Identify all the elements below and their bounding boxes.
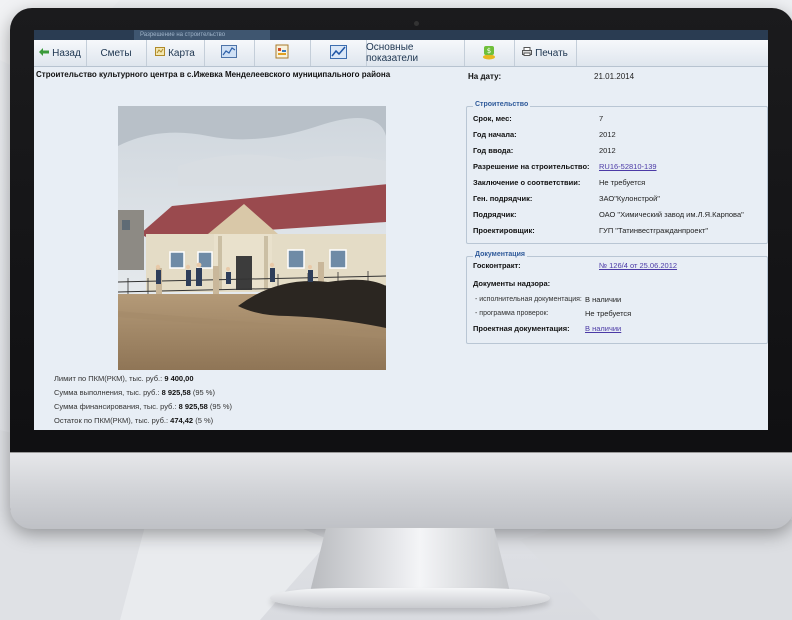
row-label: Год начала: [473, 130, 517, 139]
map-label: Карта [168, 47, 195, 59]
map-button[interactable]: Карта [146, 40, 205, 66]
inspection-value: Не требуется [585, 309, 632, 318]
done-percent: (95 %) [192, 388, 215, 397]
back-arrow-icon [39, 47, 50, 59]
back-label: Назад [52, 47, 81, 59]
row-label: Заключение о соответствии: [473, 178, 581, 187]
done-value: 8 925,58 [161, 388, 191, 397]
inspection-row: - программа проверок: Не требуется [473, 308, 768, 320]
row-value: 2012 [599, 130, 616, 139]
rest-percent: (5 %) [195, 416, 214, 425]
funded-value: 8 925,58 [178, 402, 208, 411]
row-value: ГУП "Татинвестгражданпроект" [599, 226, 709, 235]
contract-link[interactable]: № 126/4 от 25.06.2012 [599, 260, 677, 272]
chart-icon [221, 45, 237, 61]
documentation-legend: Документация [473, 251, 527, 258]
contract-label: Госконтракт: [473, 261, 521, 270]
project-docs-row: Проектная документация: В наличии [473, 323, 768, 335]
limit-line: Лимит по ПКМ(РКМ), тыс. руб.: 9 400,00 [54, 374, 194, 383]
done-line: Сумма выполнения, тыс. руб.: 8 925,58 (9… [54, 388, 215, 397]
exec-docs-row: - исполнительная документация: В наличии [473, 294, 768, 306]
exec-docs-label: - исполнительная документация: [475, 296, 582, 303]
building-photo [118, 106, 386, 370]
row-label: Срок, мес: [473, 114, 512, 123]
printer-icon [522, 47, 533, 59]
construction-legend: Строительство [473, 101, 531, 108]
map-icon [155, 47, 166, 59]
rest-line: Остаток по ПКМ(РКМ), тыс. руб.: 474,42 (… [54, 416, 213, 425]
money-button[interactable]: $ [464, 40, 515, 66]
back-button[interactable]: Назад [34, 40, 87, 66]
info-row: Заключение о соответствии: Не требуется [473, 177, 768, 189]
date-value: 21.01.2014 [594, 72, 635, 81]
app-screen: Разрешение на строительство Назад Сметы … [34, 30, 768, 430]
funded-percent: (95 %) [209, 402, 232, 411]
info-row: Подрядчик: ОАО "Химический завод им.Л.Я.… [473, 209, 768, 221]
supervision-label: Документы надзора: [473, 279, 551, 288]
indicators-label: Основные показатели [366, 42, 419, 64]
row-label: Год ввода: [473, 146, 514, 155]
info-row: Разрешение на строительство: RU16-52810-… [473, 161, 768, 173]
exec-docs-value: В наличии [585, 295, 622, 304]
row-label: Подрядчик: [473, 210, 517, 219]
row-value: 7 [599, 114, 604, 123]
indicators-button[interactable]: Основные показатели [366, 40, 465, 66]
funded-line: Сумма финансирования, тыс. руб.: 8 925,5… [54, 402, 232, 411]
report-icon [275, 44, 289, 62]
graph-icon [329, 44, 347, 62]
monitor-base [270, 588, 550, 608]
chart-button[interactable] [204, 40, 255, 66]
info-row: Ген. подрядчик: ЗАО"Кулонстрой" [473, 193, 768, 205]
svg-text:$: $ [487, 47, 491, 55]
documentation-panel: Документация Госконтракт: № 126/4 от 25.… [466, 251, 768, 344]
info-row: Проектировщик: ГУП "Татинвестгражданпрое… [473, 225, 768, 237]
info-row: Год начала: 2012 [473, 129, 768, 141]
limit-value: 9 400,00 [164, 374, 194, 383]
estimates-button[interactable]: Сметы [86, 40, 147, 66]
project-docs-link[interactable]: В наличии [585, 323, 621, 335]
toolbar: Назад Сметы Карта Основные показатели $ … [34, 40, 768, 67]
page-title: Строительство культурного центра в с.Иже… [36, 70, 391, 79]
camera-dot [414, 21, 419, 26]
tab-fragment[interactable]: Разрешение на строительство [134, 30, 270, 40]
row-label: Ген. подрядчик: [473, 194, 533, 203]
row-value: ЗАО"Кулонстрой" [599, 194, 660, 203]
info-row: Год ввода: 2012 [473, 145, 768, 157]
row-label: Разрешение на строительство: [473, 162, 590, 171]
date-label: На дату: [468, 72, 502, 81]
print-label: Печать [535, 47, 568, 59]
top-tab-strip: Разрешение на строительство [34, 30, 768, 40]
monitor-stand [310, 528, 510, 592]
row-label: Проектировщик: [473, 226, 535, 235]
contract-row: Госконтракт: № 126/4 от 25.06.2012 [473, 260, 768, 272]
report-button[interactable] [254, 40, 311, 66]
limit-label: Лимит по ПКМ(РКМ), тыс. руб.: [54, 374, 163, 383]
done-label: Сумма выполнения, тыс. руб.: [54, 388, 160, 397]
rest-label: Остаток по ПКМ(РКМ), тыс. руб.: [54, 416, 169, 425]
row-value: ОАО "Химический завод им.Л.Я.Карпова" [599, 210, 744, 219]
supervision-row: Документы надзора: [473, 278, 768, 290]
inspection-label: - программа проверок: [475, 310, 549, 317]
construction-panel: Строительство Срок, мес: 7 Год начала: 2… [466, 101, 768, 244]
permit-link[interactable]: RU16-52810-139 [599, 161, 657, 173]
project-docs-label: Проектная документация: [473, 324, 570, 333]
funded-label: Сумма финансирования, тыс. руб.: [54, 402, 177, 411]
estimates-label: Сметы [100, 47, 132, 59]
print-button[interactable]: Печать [514, 40, 577, 66]
rest-value: 474,42 [170, 416, 194, 425]
info-row: Срок, мес: 7 [473, 113, 768, 125]
row-value: 2012 [599, 146, 616, 155]
row-value: Не требуется [599, 178, 646, 187]
money-icon: $ [482, 44, 496, 63]
graph-button[interactable] [310, 40, 367, 66]
monitor-chin [10, 452, 792, 529]
